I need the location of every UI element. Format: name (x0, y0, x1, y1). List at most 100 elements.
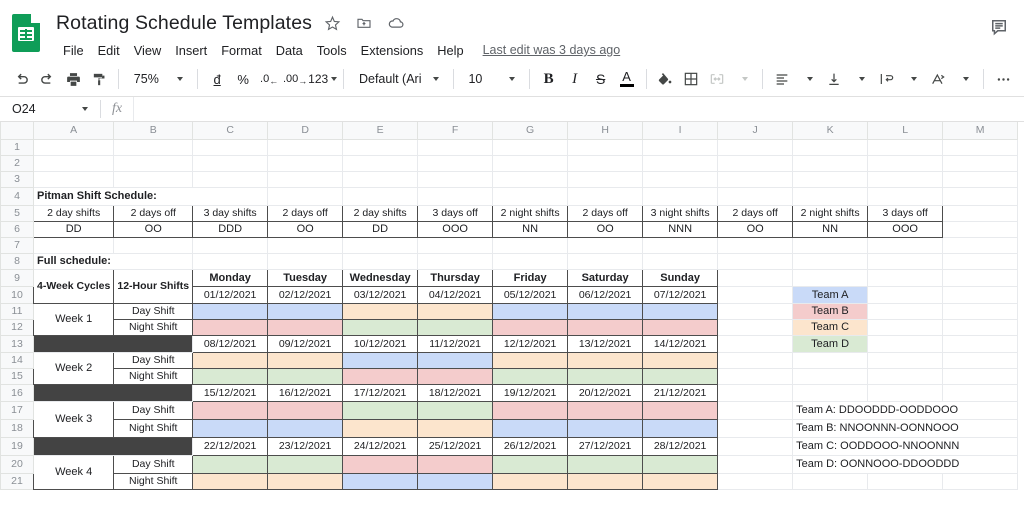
date-cell[interactable]: 26/12/2021 (492, 436, 569, 456)
pitman-label-9[interactable]: 2 days off (717, 204, 794, 222)
cell[interactable] (717, 285, 794, 304)
date-cell[interactable]: 21/12/2021 (642, 383, 719, 402)
row-header-14[interactable]: 14 (0, 351, 34, 369)
font-size-selector[interactable]: 10 (459, 66, 496, 92)
date-cell[interactable]: 05/12/2021 (492, 285, 569, 304)
cell[interactable] (717, 154, 794, 172)
cell[interactable] (717, 334, 794, 353)
cell[interactable] (942, 170, 1019, 188)
cell[interactable] (717, 400, 794, 420)
cell[interactable] (717, 170, 794, 188)
date-cell[interactable]: 02/12/2021 (267, 285, 344, 304)
legend-team-b[interactable]: Team B (792, 302, 869, 320)
shift-cell[interactable] (192, 418, 269, 438)
row-header-2[interactable]: 2 (0, 154, 34, 172)
undo-icon[interactable] (8, 66, 34, 92)
pitman-label-0[interactable]: 2 day shifts (32, 204, 115, 222)
menu-item-insert[interactable]: Insert (168, 41, 214, 60)
shift-cell[interactable] (192, 400, 269, 420)
currency-format-button[interactable]: đ (204, 66, 230, 92)
text-wrap-icon[interactable] (873, 66, 899, 92)
cell[interactable] (342, 236, 419, 254)
column-header-a[interactable]: A (32, 122, 115, 140)
cell[interactable] (717, 318, 794, 336)
shift-cell[interactable] (267, 400, 344, 420)
date-cell[interactable]: 18/12/2021 (417, 383, 494, 402)
date-cell[interactable]: 16/12/2021 (267, 383, 344, 402)
cell[interactable] (942, 302, 1019, 320)
cell[interactable] (267, 252, 344, 270)
shift-cell[interactable] (567, 472, 644, 490)
shift-cell[interactable] (417, 367, 494, 385)
cell[interactable] (113, 170, 194, 188)
cell[interactable] (642, 186, 719, 206)
date-cell[interactable]: 27/12/2021 (567, 436, 644, 456)
column-header-j[interactable]: J (717, 122, 794, 140)
cell[interactable] (267, 154, 344, 172)
shifts-header[interactable]: 12-Hour Shifts (113, 268, 194, 304)
cell[interactable] (717, 454, 794, 474)
number-format-selector[interactable]: 123 (308, 66, 338, 92)
legend-team-a[interactable]: Team A (792, 285, 869, 304)
cell[interactable] (192, 154, 269, 172)
row-header-10[interactable]: 10 (0, 285, 34, 304)
comment-history-icon[interactable] (986, 14, 1012, 40)
row-header-8[interactable]: 8 (0, 252, 34, 270)
week-label[interactable]: Week 3 (32, 400, 115, 438)
cell[interactable] (642, 236, 719, 254)
shift-cell[interactable] (342, 472, 419, 490)
day-header-6[interactable]: Sunday (642, 268, 719, 287)
date-cell[interactable]: 17/12/2021 (342, 383, 419, 402)
horizontal-align-icon[interactable] (769, 66, 795, 92)
cell[interactable] (942, 472, 1019, 490)
column-header-i[interactable]: I (642, 122, 719, 140)
shift-cell[interactable] (642, 472, 719, 490)
last-edit-link[interactable]: Last edit was 3 days ago (483, 43, 621, 57)
cell[interactable] (567, 138, 644, 156)
formula-input[interactable] (133, 97, 1024, 121)
cell[interactable] (792, 351, 869, 369)
cell[interactable] (792, 170, 869, 188)
pitman-label-2[interactable]: 3 day shifts (192, 204, 269, 222)
shift-cell[interactable] (342, 418, 419, 438)
menu-item-edit[interactable]: Edit (91, 41, 127, 60)
cell[interactable] (942, 236, 1019, 254)
cell[interactable] (792, 252, 869, 270)
date-cell[interactable]: 23/12/2021 (267, 436, 344, 456)
print-icon[interactable] (60, 66, 86, 92)
legend-team-d[interactable]: Team D (792, 334, 869, 353)
cell[interactable] (942, 138, 1019, 156)
shift-cell[interactable] (567, 351, 644, 369)
select-all-corner[interactable] (0, 122, 34, 140)
cell[interactable] (267, 236, 344, 254)
day-header-0[interactable]: Monday (192, 268, 269, 287)
fill-color-icon[interactable] (652, 66, 678, 92)
cell[interactable] (867, 138, 944, 156)
row-header-16[interactable]: 16 (0, 383, 34, 402)
spreadsheet-grid[interactable]: A B C D E F G H I J K L M 1 2 3 4 Pitman Shi… (0, 122, 1024, 492)
cell[interactable] (792, 268, 869, 287)
cell[interactable] (417, 186, 494, 206)
pitman-code-1[interactable]: OO (113, 220, 194, 238)
full-schedule-title[interactable]: Full schedule: (32, 252, 194, 270)
cell[interactable] (942, 383, 1019, 402)
shift-cell[interactable] (192, 318, 269, 336)
column-header-c[interactable]: C (192, 122, 269, 140)
column-header-l[interactable]: L (867, 122, 944, 140)
cell[interactable] (267, 138, 344, 156)
redo-icon[interactable] (34, 66, 60, 92)
shift-cell[interactable] (567, 367, 644, 385)
name-box-dropdown-icon[interactable] (82, 107, 88, 111)
menu-item-extensions[interactable]: Extensions (354, 41, 431, 60)
pitman-code-9[interactable]: OO (717, 220, 794, 238)
cell[interactable] (942, 351, 1019, 369)
date-cell[interactable]: 07/12/2021 (642, 285, 719, 304)
row-header-5[interactable]: 5 (0, 204, 34, 222)
shift-cell[interactable] (492, 418, 569, 438)
date-cell[interactable]: 01/12/2021 (192, 285, 269, 304)
cell[interactable] (717, 138, 794, 156)
shift-cell[interactable] (417, 472, 494, 490)
cell[interactable] (267, 186, 344, 206)
day-header-2[interactable]: Wednesday (342, 268, 419, 287)
borders-icon[interactable] (678, 66, 704, 92)
